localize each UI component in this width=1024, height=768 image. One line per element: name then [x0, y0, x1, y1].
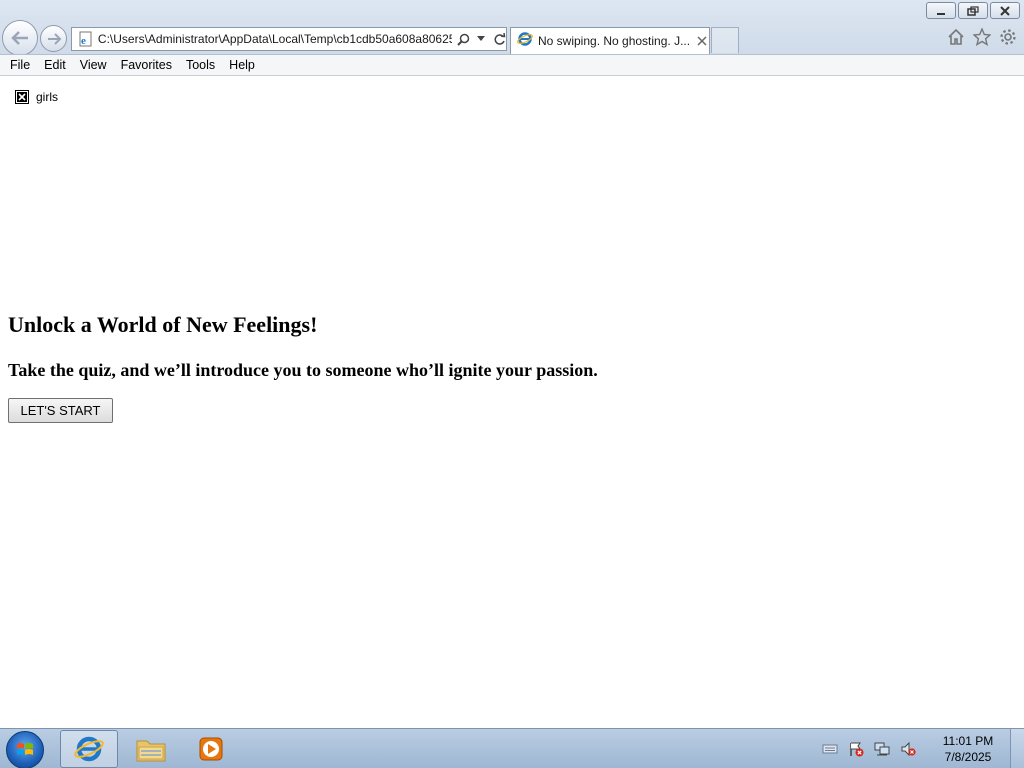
broken-image-alt-text: girls [36, 90, 59, 104]
page-headline: Unlock a World of New Feelings! [8, 312, 318, 337]
taskbar-ie-button[interactable] [60, 730, 118, 768]
clock-date: 7/8/2025 [944, 750, 992, 764]
ie-icon [517, 31, 533, 51]
forward-button[interactable] [40, 25, 67, 52]
show-desktop-button[interactable] [1010, 729, 1024, 768]
close-window-button[interactable] [990, 2, 1020, 19]
taskbar-media-player-button[interactable] [182, 730, 240, 768]
menu-view[interactable]: View [73, 56, 114, 74]
tab-close-icon[interactable] [696, 35, 708, 47]
media-player-icon [199, 737, 223, 761]
network-icon[interactable] [874, 741, 890, 757]
menu-file[interactable]: File [3, 56, 37, 74]
menu-edit[interactable]: Edit [37, 56, 73, 74]
menu-tools[interactable]: Tools [179, 56, 222, 74]
address-bar[interactable]: e C:\Users\Administrator\AppData\Local\T… [71, 27, 507, 51]
chrome-toolbar-icons [946, 27, 1018, 47]
taskbar-clock[interactable]: 11:01 PM 7/8/2025 [938, 733, 998, 765]
page-subheadline: Take the quiz, and we’ll introduce you t… [8, 360, 598, 380]
tab-title: No swiping. No ghosting. J... [538, 34, 690, 48]
address-text[interactable]: C:\Users\Administrator\AppData\Local\Tem… [98, 32, 452, 46]
new-tab-button[interactable] [711, 27, 739, 53]
windows-logo-icon [17, 743, 33, 755]
page-file-icon: e [78, 31, 94, 47]
close-icon [1000, 5, 1010, 16]
svg-text:e: e [81, 35, 86, 47]
broken-image: girls [15, 90, 58, 104]
keyboard-icon[interactable] [822, 741, 838, 757]
back-button[interactable] [2, 20, 38, 56]
minimize-button[interactable] [926, 2, 956, 19]
folder-icon [136, 740, 166, 762]
taskbar-explorer-button[interactable] [122, 730, 180, 768]
clock-time: 11:01 PM [942, 734, 994, 748]
favorites-star-icon[interactable] [972, 27, 992, 47]
window-controls [926, 2, 1020, 19]
menu-favorites[interactable]: Favorites [114, 56, 179, 74]
browser-chrome: e C:\Users\Administrator\AppData\Local\T… [0, 0, 1024, 56]
restore-icon [967, 5, 979, 16]
back-arrow-icon [11, 31, 28, 45]
restore-button[interactable] [958, 2, 988, 19]
address-tools [456, 31, 506, 47]
tab-active[interactable]: No swiping. No ghosting. J... [510, 27, 710, 54]
menu-help[interactable]: Help [222, 56, 262, 74]
refresh-icon[interactable] [492, 31, 506, 47]
home-icon[interactable] [946, 27, 966, 47]
system-tray [822, 741, 916, 757]
forward-arrow-icon [47, 32, 61, 45]
minimize-icon [937, 12, 945, 15]
lets-start-button[interactable]: LET'S START [8, 398, 113, 423]
volume-muted-icon[interactable] [900, 741, 916, 757]
broken-image-icon [15, 90, 29, 104]
menu-bar: File Edit View Favorites Tools Help [0, 54, 1024, 76]
ie-icon [74, 736, 104, 762]
gear-icon[interactable] [998, 27, 1018, 47]
action-center-flag-icon[interactable] [848, 741, 864, 757]
chevron-down-icon[interactable] [474, 31, 488, 47]
page-content: girls Unlock a World of New Feelings! Ta… [0, 76, 1024, 728]
start-button[interactable] [6, 731, 44, 768]
search-icon[interactable] [456, 31, 470, 47]
taskbar: 11:01 PM 7/8/2025 [0, 728, 1024, 768]
